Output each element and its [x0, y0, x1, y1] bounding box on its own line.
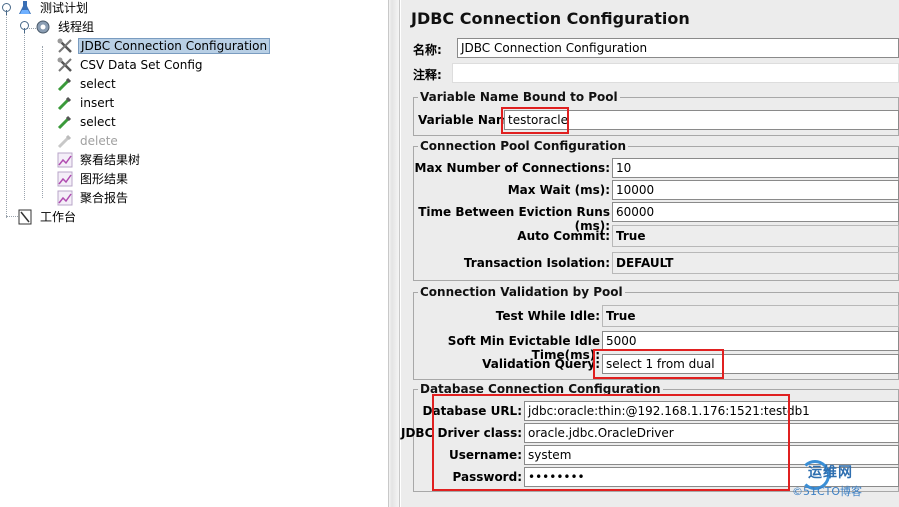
- gear-icon: [34, 18, 52, 36]
- tree-item-label: select: [80, 76, 116, 91]
- pipette-icon: [56, 132, 74, 150]
- tree-item-label: 线程组: [58, 20, 95, 34]
- watermark-text: 运维网: [808, 465, 853, 481]
- comment-field[interactable]: [452, 63, 899, 83]
- transaction-isolation-select[interactable]: DEFAULT: [612, 252, 899, 274]
- password-label: Password:: [452, 470, 523, 484]
- group-legend: Connection Validation by Pool: [420, 285, 623, 299]
- split-pane-divider[interactable]: [388, 0, 400, 507]
- tree-item-label: JDBC Connection Configuration: [78, 37, 271, 54]
- test-plan-icon: [16, 0, 34, 17]
- tree-item-label: 工作台: [40, 210, 77, 224]
- validation-query-label: Validation Query:: [482, 357, 600, 371]
- config-panel: JDBC Connection Configuration 名称: JDBC C…: [401, 0, 899, 507]
- variable-name-field[interactable]: testoracle: [504, 110, 899, 130]
- validation-query-field[interactable]: select 1 from dual: [602, 354, 899, 374]
- workbench-icon: [16, 208, 34, 226]
- page-title: JDBC Connection Configuration: [411, 9, 690, 28]
- tree-item-aggregate-report[interactable]: 聚合报告: [56, 188, 130, 207]
- tree-item-insert[interactable]: insert: [56, 93, 116, 112]
- database-url-field[interactable]: jdbc:oracle:thin:@192.168.1.176:1521:tes…: [524, 401, 899, 421]
- collapse-handle[interactable]: [20, 21, 29, 33]
- test-while-idle-label: Test While Idle:: [495, 309, 600, 323]
- pipette-icon: [56, 94, 74, 112]
- tree-item-select-1[interactable]: select: [56, 74, 118, 93]
- collapse-handle[interactable]: [2, 3, 11, 15]
- name-label: 名称:: [413, 43, 442, 57]
- tree-item-view-results-tree[interactable]: 察看结果树: [56, 150, 142, 169]
- tree-item-label: 图形结果: [80, 172, 129, 186]
- database-url-label: Database URL:: [422, 404, 522, 418]
- max-wait-label: Max Wait (ms):: [507, 183, 610, 197]
- chart-icon: [56, 189, 74, 207]
- eviction-runs-field[interactable]: 60000: [612, 202, 899, 222]
- name-field[interactable]: JDBC Connection Configuration: [457, 38, 899, 58]
- tree-item-jdbc-config[interactable]: JDBC Connection Configuration: [56, 36, 271, 55]
- chart-icon: [56, 170, 74, 188]
- tree-item-graph-results[interactable]: 图形结果: [56, 169, 130, 188]
- tree-item-label: 聚合报告: [80, 191, 129, 205]
- auto-commit-select[interactable]: True: [612, 225, 899, 247]
- jdbc-driver-field[interactable]: oracle.jdbc.OracleDriver: [524, 423, 899, 443]
- max-wait-field[interactable]: 10000: [612, 180, 899, 200]
- group-legend: Database Connection Configuration: [420, 382, 661, 396]
- tree-item-label: insert: [80, 95, 115, 110]
- tree-item-csv-config[interactable]: CSV Data Set Config: [56, 55, 205, 74]
- soft-min-idle-field[interactable]: 5000: [602, 331, 899, 351]
- max-connections-field[interactable]: 10: [612, 158, 899, 178]
- chart-icon: [56, 151, 74, 169]
- tree-item-thread-group[interactable]: 线程组: [34, 17, 96, 36]
- group-legend: Connection Pool Configuration: [420, 139, 627, 153]
- tree-item-workbench[interactable]: 工作台: [16, 207, 78, 226]
- tree-item-label: 察看结果树: [80, 153, 141, 167]
- tree-item-label: 测试计划: [40, 1, 89, 15]
- group-legend: Variable Name Bound to Pool: [420, 90, 618, 104]
- comment-label: 注释:: [413, 68, 442, 82]
- max-connections-label: Max Number of Connections:: [414, 161, 610, 175]
- auto-commit-label: Auto Commit:: [517, 229, 610, 243]
- pipette-icon: [56, 113, 74, 131]
- transaction-isolation-label: Transaction Isolation:: [463, 256, 610, 270]
- test-while-idle-select[interactable]: True: [602, 305, 899, 327]
- username-label: Username:: [448, 448, 522, 462]
- variable-name-label: Variable Name: [418, 113, 517, 127]
- watermark-subtext: ©51CTO博客: [792, 485, 863, 498]
- wrench-screwdriver-icon: [56, 37, 74, 55]
- tree-item-label: CSV Data Set Config: [80, 57, 203, 72]
- test-plan-tree: 测试计划 线程组 JDBC Connection Configuration C…: [0, 0, 388, 507]
- watermark-logo: 运维网 ©51CTO博客: [786, 456, 899, 504]
- tree-item-label: delete: [80, 133, 118, 148]
- wrench-screwdriver-icon: [56, 56, 74, 74]
- tree-item-delete[interactable]: delete: [56, 131, 120, 150]
- tree-item-select-2[interactable]: select: [56, 112, 118, 131]
- tree-item-label: select: [80, 114, 116, 129]
- pipette-icon: [56, 75, 74, 93]
- tree-item-test-plan[interactable]: 测试计划: [16, 0, 90, 17]
- jdbc-driver-label: JDBC Driver class:: [401, 426, 523, 440]
